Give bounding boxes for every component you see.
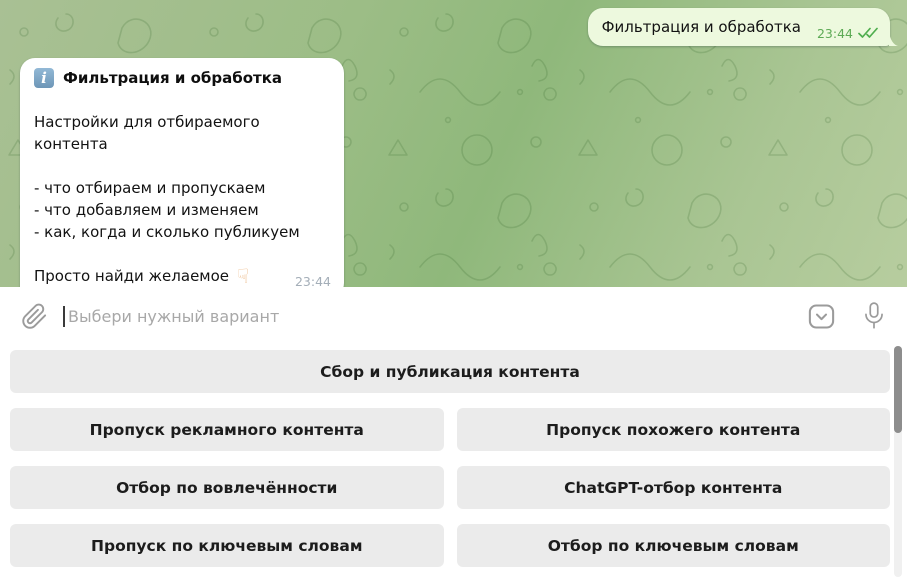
footer-text: Просто найди желаемое	[34, 267, 230, 285]
bubble-tail-out	[889, 32, 898, 46]
keyboard-button-skip-keywords[interactable]: Пропуск по ключевым словам	[10, 524, 444, 567]
attach-button[interactable]	[17, 299, 51, 333]
scrollbar-thumb[interactable]	[894, 346, 902, 433]
keyboard-toggle-icon	[808, 303, 835, 329]
input-placeholder: Выбери нужный вариант	[68, 306, 280, 326]
microphone-icon	[865, 302, 883, 329]
incoming-message-bubble[interactable]: i Фильтрация и обработка Настройки для о…	[12, 58, 344, 298]
incoming-message-footer: Просто найди желаемое ☟	[34, 265, 330, 287]
point-down-emoji: ☟	[237, 264, 250, 288]
keyboard-scrollbar[interactable]	[894, 346, 902, 577]
keyboard-row: Пропуск по ключевым словам Отбор по ключ…	[10, 524, 890, 567]
message-composer: Выбери нужный вариант	[0, 287, 907, 345]
keyboard-button-engagement-filter[interactable]: Отбор по вовлечённости	[10, 466, 444, 509]
message-line	[34, 89, 330, 111]
keyboard-button-skip-similar[interactable]: Пропуск похожего контента	[456, 408, 890, 451]
message-line: - как, когда и сколько публикуем	[34, 223, 300, 241]
keyboard-row: Сбор и публикация контента	[10, 350, 890, 393]
keyboard-button-collect-publish[interactable]: Сбор и публикация контента	[10, 350, 890, 393]
message-input[interactable]: Выбери нужный вариант	[63, 287, 806, 345]
double-check-icon	[858, 27, 878, 38]
bot-reply-keyboard: Сбор и публикация контента Пропуск рекла…	[0, 345, 907, 585]
text-cursor	[63, 305, 65, 327]
incoming-message-title: Фильтрация и обработка	[63, 69, 283, 87]
chat-history: Фильтрация и обработка 23:44 i Фильтраци…	[0, 0, 907, 298]
outgoing-message-meta: 23:44	[817, 26, 878, 41]
paperclip-icon	[21, 303, 46, 329]
keyboard-row: Отбор по вовлечённости ChatGPT-отбор кон…	[10, 466, 890, 509]
message-line: - что отбираем и пропускаем	[34, 179, 266, 197]
outgoing-message-bubble[interactable]: Фильтрация и обработка 23:44	[587, 8, 898, 46]
keyboard-button-chatgpt-filter[interactable]: ChatGPT-отбор контента	[456, 466, 890, 509]
info-emoji-icon: i	[34, 68, 54, 88]
incoming-message-header: i Фильтрация и обработка	[34, 67, 330, 89]
outgoing-message-text: Фильтрация и обработка	[601, 18, 801, 36]
message-line	[34, 155, 330, 177]
message-line	[34, 243, 330, 265]
message-line: - что добавляем и изменяем	[34, 201, 259, 219]
outgoing-message-time: 23:44	[816, 25, 853, 41]
keyboard-toggle-button[interactable]	[806, 301, 837, 332]
voice-record-button[interactable]	[861, 301, 887, 331]
composer-right-icons	[806, 301, 887, 332]
keyboard-row: Пропуск рекламного контента Пропуск похо…	[10, 408, 890, 451]
keyboard-button-select-keywords[interactable]: Отбор по ключевым словам	[456, 524, 890, 567]
keyboard-button-skip-ads[interactable]: Пропуск рекламного контента	[10, 408, 444, 451]
telegram-chat-window: Фильтрация и обработка 23:44 i Фильтраци…	[0, 0, 907, 585]
message-line: Настройки для отбираемого контента	[34, 113, 260, 153]
